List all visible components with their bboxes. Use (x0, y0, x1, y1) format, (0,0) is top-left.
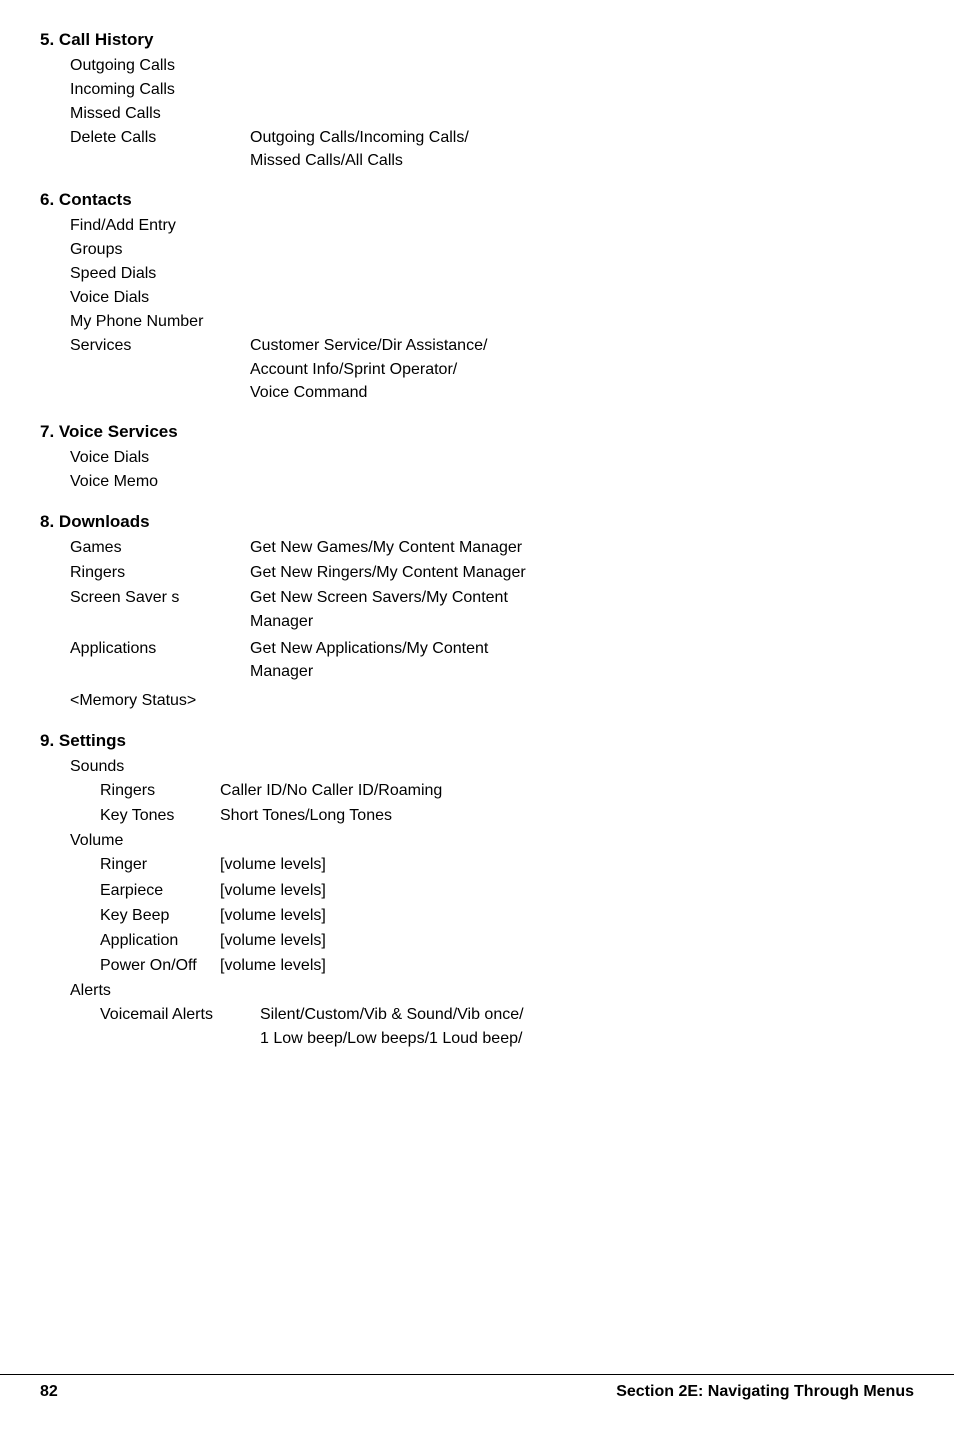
item-value: [volume levels] (220, 904, 914, 927)
section-5: 5. Call History Outgoing Calls Incoming … (40, 30, 914, 172)
item-label: Voicemail Alerts (100, 1003, 260, 1049)
list-item: Services Customer Service/Dir Assistance… (70, 334, 914, 404)
list-item: Key Tones Short Tones/Long Tones (100, 804, 914, 827)
section-8-number: 8. (40, 512, 54, 531)
footer: 82 Section 2E: Navigating Through Menus (0, 1374, 954, 1401)
item-label: Earpiece (100, 879, 220, 902)
item-label: Application (100, 929, 220, 952)
list-item: Groups (70, 238, 914, 262)
item-label: Ringer (100, 853, 220, 876)
item-value: Outgoing Calls/Incoming Calls/Missed Cal… (250, 126, 914, 172)
item-value: Caller ID/No Caller ID/Roaming (220, 779, 914, 802)
section-6-number: 6. (40, 190, 54, 209)
section-8: 8. Downloads Games Get New Games/My Cont… (40, 512, 914, 713)
list-item: Speed Dials (70, 262, 914, 286)
section-6: 6. Contacts Find/Add Entry Groups Speed … (40, 190, 914, 404)
item-value: [volume levels] (220, 879, 914, 902)
item-label: Delete Calls (70, 126, 250, 172)
section-9: 9. Settings Sounds Ringers Caller ID/No … (40, 731, 914, 1050)
list-item: Ringers Caller ID/No Caller ID/Roaming (100, 779, 914, 802)
section-9-heading: Settings (59, 731, 126, 750)
section-5-heading: Call History (59, 30, 153, 49)
list-item: Find/Add Entry (70, 214, 914, 238)
sounds-group: Sounds Ringers Caller ID/No Caller ID/Ro… (40, 755, 914, 827)
section-5-title: 5. Call History (40, 30, 914, 50)
section-8-title: 8. Downloads (40, 512, 914, 532)
section-6-heading: Contacts (59, 190, 132, 209)
item-value: [volume levels] (220, 853, 914, 876)
item-label: Ringers (70, 561, 250, 584)
list-item: My Phone Number (70, 310, 914, 334)
alerts-group: Alerts Voicemail Alerts Silent/Custom/Vi… (40, 979, 914, 1049)
list-item: Games Get New Games/My Content Manager (70, 536, 914, 559)
list-item: Ringers Get New Ringers/My Content Manag… (70, 561, 914, 584)
sounds-label: Sounds (70, 755, 914, 779)
item-value: Get New Ringers/My Content Manager (250, 561, 914, 584)
item-value: Get New Applications/My ContentManager (250, 637, 914, 683)
section-8-heading: Downloads (59, 512, 150, 531)
item-label: Ringers (100, 779, 220, 802)
list-item: Screen Saver s Get New Screen Savers/My … (70, 586, 914, 632)
volume-items: Ringer [volume levels] Earpiece [volume … (70, 853, 914, 977)
item-label: Applications (70, 637, 250, 683)
list-item: Ringer [volume levels] (100, 853, 914, 876)
item-label: Screen Saver s (70, 586, 250, 632)
list-item: Power On/Off [volume levels] (100, 954, 914, 977)
list-item: Application [volume levels] (100, 929, 914, 952)
list-item: Outgoing Calls (70, 54, 914, 78)
alerts-label: Alerts (70, 979, 914, 1003)
item-label: Key Tones (100, 804, 220, 827)
footer-title: Section 2E: Navigating Through Menus (616, 1383, 914, 1401)
list-item: Voice Dials (70, 286, 914, 310)
volume-label: Volume (70, 829, 914, 853)
item-label: Key Beep (100, 904, 220, 927)
list-item: <Memory Status> (70, 689, 914, 713)
section-7-title: 7. Voice Services (40, 422, 914, 442)
volume-group: Volume Ringer [volume levels] Earpiece [… (40, 829, 914, 977)
item-label: Services (70, 334, 250, 404)
list-item: Incoming Calls (70, 78, 914, 102)
item-value: [volume levels] (220, 929, 914, 952)
list-item: Missed Calls (70, 102, 914, 126)
item-value: Customer Service/Dir Assistance/Account … (250, 334, 914, 404)
item-value: Get New Screen Savers/My ContentManager (250, 586, 914, 632)
item-label: Power On/Off (100, 954, 220, 977)
item-value: [volume levels] (220, 954, 914, 977)
footer-page-number: 82 (40, 1383, 58, 1401)
list-item: Voice Memo (70, 470, 914, 494)
list-item: Delete Calls Outgoing Calls/Incoming Cal… (70, 126, 914, 172)
item-label: Games (70, 536, 250, 559)
item-value: Short Tones/Long Tones (220, 804, 914, 827)
section-9-number: 9. (40, 731, 54, 750)
list-item: Voicemail Alerts Silent/Custom/Vib & Sou… (100, 1003, 914, 1049)
list-item: Key Beep [volume levels] (100, 904, 914, 927)
section-9-title: 9. Settings (40, 731, 914, 751)
section-6-title: 6. Contacts (40, 190, 914, 210)
section-5-number: 5. (40, 30, 54, 49)
sounds-items: Ringers Caller ID/No Caller ID/Roaming K… (70, 779, 914, 827)
list-item: Voice Dials (70, 446, 914, 470)
section-7: 7. Voice Services Voice Dials Voice Memo (40, 422, 914, 494)
alerts-items: Voicemail Alerts Silent/Custom/Vib & Sou… (70, 1003, 914, 1049)
section-7-heading: Voice Services (59, 422, 178, 441)
item-value: Get New Games/My Content Manager (250, 536, 914, 559)
list-item: Earpiece [volume levels] (100, 879, 914, 902)
item-value: Silent/Custom/Vib & Sound/Vib once/1 Low… (260, 1003, 914, 1049)
list-item: Applications Get New Applications/My Con… (70, 637, 914, 683)
section-7-number: 7. (40, 422, 54, 441)
